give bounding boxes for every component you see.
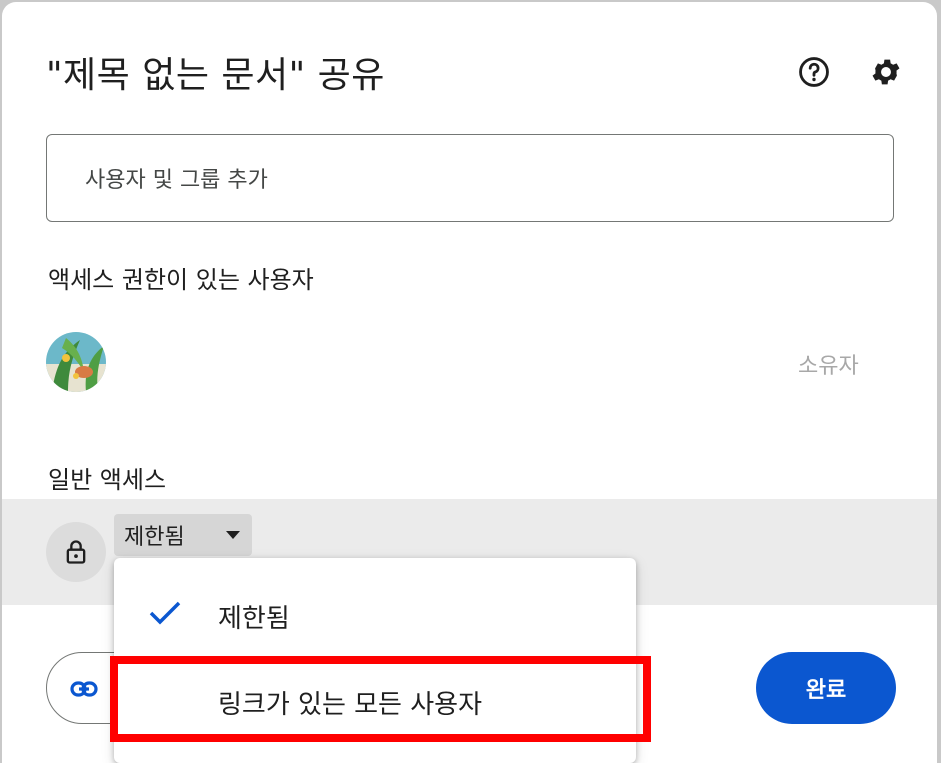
link-icon	[70, 681, 98, 697]
general-access-heading: 일반 액세스	[48, 466, 167, 494]
menu-item-anyone-with-link[interactable]: 링크가 있는 모든 사용자	[114, 658, 636, 742]
settings-button[interactable]	[866, 52, 906, 92]
lock-icon	[66, 540, 86, 564]
done-button[interactable]: 완료	[756, 652, 896, 724]
menu-item-label: 링크가 있는 모든 사용자	[218, 690, 482, 720]
general-access-menu: 제한됨 링크가 있는 모든 사용자	[114, 558, 636, 763]
menu-item-label: 제한됨	[218, 604, 290, 634]
general-access-dropdown[interactable]: 제한됨	[114, 514, 252, 556]
gear-icon	[872, 59, 900, 85]
add-people-placeholder: 사용자 및 그룹 추가	[85, 168, 268, 193]
help-button[interactable]	[794, 52, 834, 92]
owner-role-label: 소유자	[798, 354, 859, 379]
general-access-lock	[46, 522, 106, 582]
add-people-input[interactable]: 사용자 및 그룹 추가	[46, 134, 894, 222]
caret-down-icon	[226, 531, 240, 539]
general-access-selected: 제한됨	[124, 525, 185, 550]
check-icon	[149, 601, 181, 625]
people-with-access-heading: 액세스 권한이 있는 사용자	[48, 266, 314, 294]
help-circle-icon	[799, 57, 829, 87]
avatar	[46, 332, 106, 392]
menu-item-restricted[interactable]: 제한됨	[114, 572, 636, 656]
dialog-title: "제목 없는 문서" 공유	[46, 55, 385, 96]
